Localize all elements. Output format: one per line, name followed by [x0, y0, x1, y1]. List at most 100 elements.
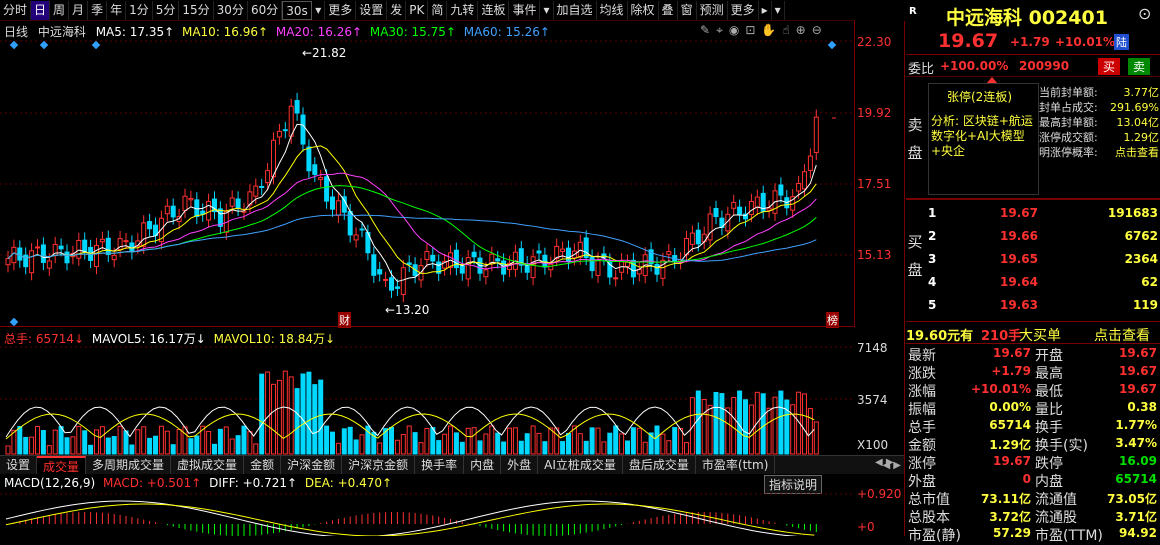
- limit-stats: 当前封单额: 3.77亿 封单占成交: 291.69% 最高封单额: 13.04亿 涨停成交…: [1039, 85, 1159, 160]
- weibi-value: +100.00%: [940, 59, 1009, 73]
- quote-row: 涨停 19.67 跌停 16.09: [906, 452, 1160, 472]
- tab-5[interactable]: 沪深金额: [281, 456, 343, 474]
- quote-key: 市盈(TTM): [1035, 528, 1103, 544]
- quote-row: 总股本 3.72亿 流通股 3.71亿: [906, 506, 1160, 526]
- stat-key: 涨停成交额:: [1039, 131, 1098, 144]
- toolbar-item-19[interactable]: 连板: [478, 0, 510, 20]
- tab-10[interactable]: AI立桩成交量: [538, 456, 623, 474]
- macd-chart[interactable]: MACD(12,26,9) MACD: +0.501↑ DIFF: +0.721…: [0, 474, 855, 536]
- toolbar-item-14[interactable]: 设置: [356, 0, 388, 20]
- scroll-left-icon[interactable]: ◀: [875, 457, 883, 468]
- tab-2[interactable]: 多周期成交量: [86, 456, 172, 474]
- toolbar-item-2[interactable]: 周: [50, 0, 70, 20]
- tab-6[interactable]: 沪深京金额: [342, 456, 416, 474]
- toolbar-item-18[interactable]: 九转: [447, 0, 479, 20]
- quote-value: 19.67: [993, 346, 1031, 360]
- scroll-arrows[interactable]: ◀ ▶: [875, 457, 903, 471]
- toolbar-item-5[interactable]: 年: [107, 0, 127, 20]
- axis-volume-2: 3574: [857, 393, 888, 407]
- stat-key: 封单占成交:: [1039, 101, 1098, 114]
- toolbar-item-28[interactable]: 更多: [728, 0, 759, 20]
- quote-value: 57.29: [993, 526, 1031, 540]
- tab-7[interactable]: 换手率: [415, 456, 465, 474]
- indicator-tabs: 设置 成交量 多周期成交量 虚拟成交量 金额 沪深金额 沪深京金额 换手率 内盘 外盘 AI立桩成交…: [0, 455, 905, 474]
- big-order-link[interactable]: 点击查看: [1094, 325, 1150, 345]
- toolbar-item-4[interactable]: 季: [88, 0, 108, 20]
- toolbar-item-23[interactable]: 均线: [597, 0, 628, 20]
- kline-chart[interactable]: 日线 中远海科 MA5: 17.35↑ MA10: 16.96↑ MA20: 1…: [0, 21, 855, 328]
- bid-row[interactable]: 5 19.63 119: [926, 294, 1160, 317]
- toolbar-item-29[interactable]: ▸: [759, 0, 772, 20]
- limit-analysis[interactable]: 分析: 区块链+航运数字化+AI大模型+央企: [931, 114, 1037, 159]
- big-order-row: 19.60元有 210手 大买单 点击查看: [906, 321, 1160, 345]
- bid-area: 买盘 1 19.67 191683 2 19.66 6762 3 19.65 2364 4 19.6…: [906, 200, 1160, 321]
- period-toolbar: 分时日周月季年 1分 5分 15分 30分 60分 30s ▾ 更多 设置发 PK 简九转 连板 事件 ▾ 加…: [0, 0, 855, 21]
- toolbar-item-24[interactable]: 除权: [628, 0, 659, 20]
- toolbar-item-21[interactable]: ▾: [540, 0, 554, 20]
- tab-12[interactable]: 市盈率(ttm): [696, 456, 776, 474]
- limit-stat-row[interactable]: 明涨停概率: 点击查看: [1039, 145, 1159, 160]
- bid-price: 19.63: [1000, 298, 1038, 312]
- quote-row: 金额 1.29亿 换手(实) 3.47%: [906, 434, 1160, 454]
- toolbar-item-30[interactable]: ▾: [772, 0, 785, 20]
- toolbar-item-11[interactable]: 30s: [282, 0, 313, 20]
- quote-value: 3.47%: [1115, 436, 1157, 450]
- event-marker-icon: [9, 317, 19, 326]
- market-badge: 陆: [1114, 34, 1129, 50]
- search-icon[interactable]: ⊙: [1138, 4, 1151, 23]
- toolbar-item-20[interactable]: 事件: [509, 0, 541, 20]
- quote-value: 0.38: [1127, 400, 1157, 414]
- toolbar-item-3[interactable]: 月: [69, 0, 89, 20]
- scroll-right-icon[interactable]: ▶: [886, 457, 894, 468]
- toolbar-item-13[interactable]: 更多: [325, 0, 357, 20]
- toolbar-item-27[interactable]: 预测: [697, 0, 728, 20]
- bid-row[interactable]: 1 19.67 191683: [926, 202, 1160, 225]
- quote-value: 0: [1022, 472, 1031, 486]
- event-marker-icon: [827, 40, 837, 50]
- stat-value: 13.04亿: [1116, 116, 1160, 129]
- toolbar-item-17[interactable]: 简: [428, 0, 448, 20]
- volume-chart[interactable]: 总手: 65714↓ MAVOL5: 16.17万↓ MAVOL10: 18.8…: [0, 326, 855, 455]
- toolbar-item-15[interactable]: 发: [387, 0, 407, 20]
- tab-9[interactable]: 外盘: [501, 456, 539, 474]
- toolbar-item-22[interactable]: 加自选: [554, 0, 597, 20]
- tab-8[interactable]: 内盘: [464, 456, 502, 474]
- toolbar-item-16[interactable]: PK: [406, 0, 429, 20]
- price-axis: 22.30 19.92 17.51 15.13 7148 3574 X100 +…: [855, 21, 905, 536]
- bid-row[interactable]: 2 19.66 6762: [926, 225, 1160, 248]
- toolbar-item-25[interactable]: 叠: [659, 0, 678, 20]
- ask-area: 卖盘 张停(2连板) 分析: 区块链+航运数字化+AI大模型+央企 当前封单额:…: [906, 76, 1160, 197]
- weibi-label: 委比: [908, 62, 935, 77]
- toolbar-item-8[interactable]: 15分: [179, 0, 214, 20]
- tab-4[interactable]: 金额: [244, 456, 282, 474]
- bid-level: 2: [928, 229, 937, 243]
- axis-price-2: 19.92: [857, 106, 892, 120]
- tab-0[interactable]: 设置: [0, 456, 38, 474]
- toolbar-item-10[interactable]: 60分: [248, 0, 283, 20]
- axis-macd-1: +0.920: [857, 487, 902, 501]
- stat-key: 明涨停概率:: [1039, 146, 1098, 159]
- buy-button[interactable]: 买: [1098, 58, 1121, 75]
- toolbar-item-9[interactable]: 30分: [214, 0, 248, 20]
- limit-box: 张停(2连板) 分析: 区块链+航运数字化+AI大模型+央企: [928, 83, 1039, 195]
- toolbar-item-7[interactable]: 5分: [153, 0, 180, 20]
- quote-value: 19.67: [993, 454, 1031, 468]
- bid-row[interactable]: 4 19.64 62: [926, 271, 1160, 294]
- tab-1[interactable]: 成交量: [37, 456, 87, 474]
- toolbar-item-0[interactable]: 分时: [0, 0, 32, 20]
- axis-price-3: 17.51: [857, 177, 892, 191]
- toolbar-item-26[interactable]: 窗: [678, 0, 697, 20]
- quote-value: 94.92: [1119, 526, 1157, 540]
- stat-key: 当前封单额:: [1039, 86, 1098, 99]
- toolbar-item-12[interactable]: ▾: [312, 0, 326, 20]
- tab-3[interactable]: 虚拟成交量: [171, 456, 245, 474]
- tab-11[interactable]: 盘后成交量: [623, 456, 696, 474]
- sell-button[interactable]: 卖: [1128, 58, 1151, 75]
- bid-row[interactable]: 3 19.65 2364: [926, 248, 1160, 271]
- axis-volume-1: 7148: [857, 341, 888, 355]
- big-order-label: 大买单: [1019, 328, 1061, 344]
- last-price: 19.67: [938, 30, 999, 52]
- toolbar-item-1[interactable]: 日: [31, 0, 51, 20]
- toolbar-item-6[interactable]: 1分: [126, 0, 153, 20]
- limit-stat-row: 封单占成交: 291.69%: [1039, 100, 1159, 115]
